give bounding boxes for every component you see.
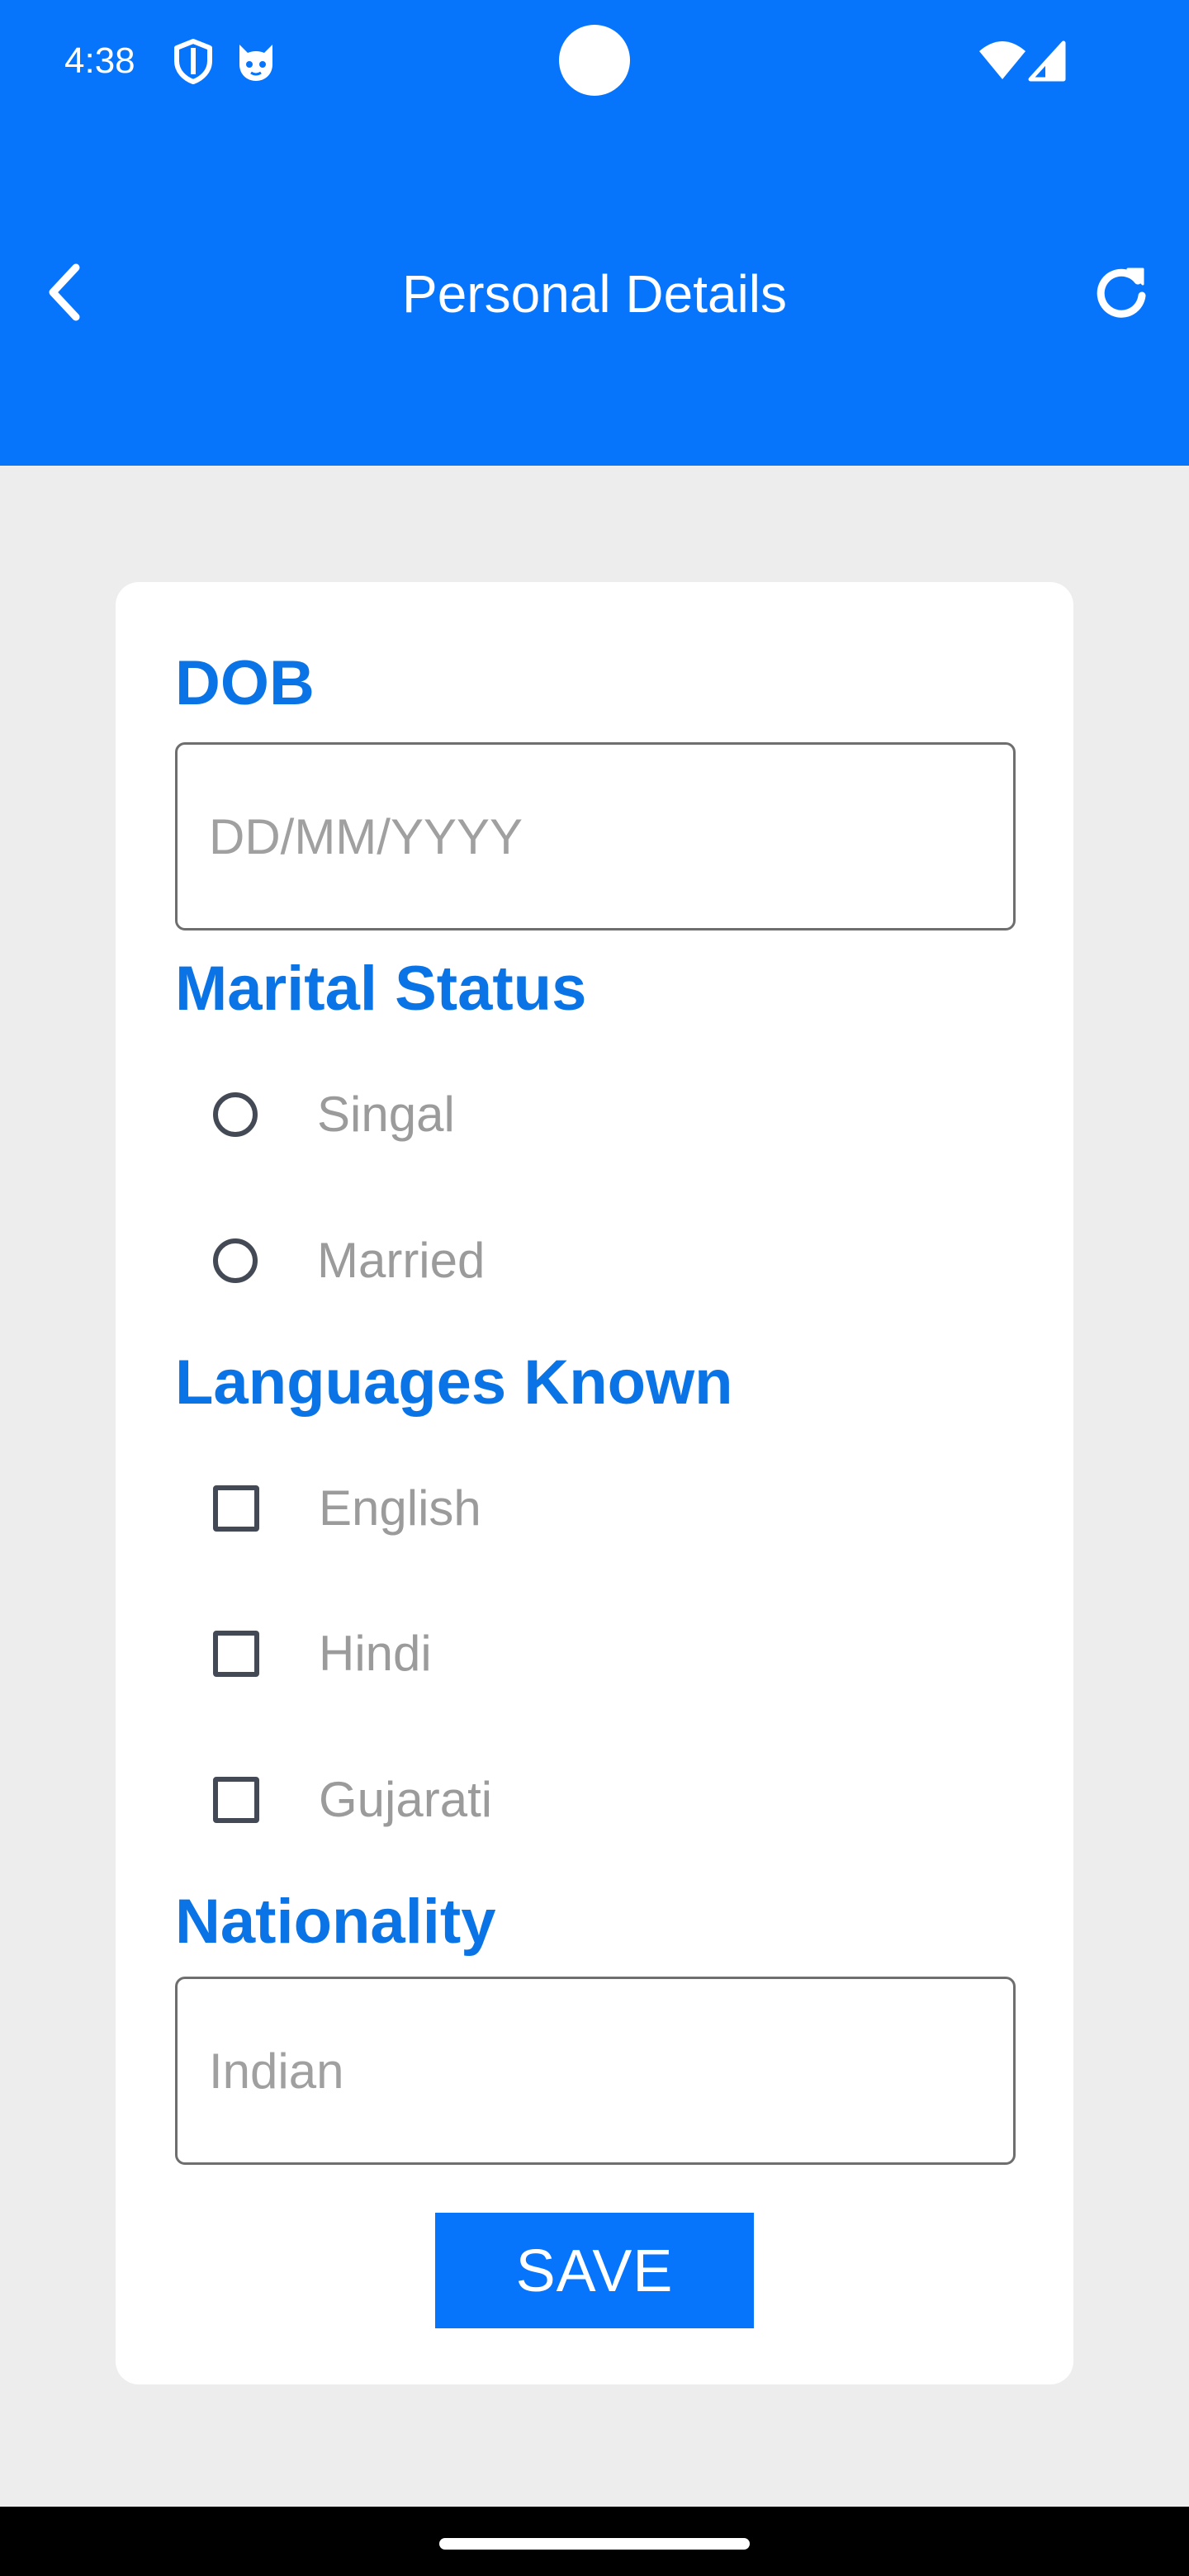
checkbox-option-english[interactable]: English (213, 1459, 956, 1558)
shield-icon (170, 36, 216, 86)
radio-button[interactable] (213, 1092, 258, 1137)
dob-field[interactable] (175, 742, 1016, 930)
screen: 4:38 Personal Details DOB DD/MM/YYYY Mar… (0, 0, 1189, 2576)
checkbox-label-hindi: Hindi (319, 1626, 432, 1681)
checkbox[interactable] (213, 1485, 259, 1532)
cat-face-icon (233, 36, 279, 86)
refresh-button[interactable] (1082, 254, 1161, 334)
front-camera (559, 25, 630, 96)
refresh-icon (1092, 263, 1151, 326)
nationality-field[interactable] (175, 1977, 1016, 2165)
app-bar: 4:38 Personal Details (0, 0, 1189, 466)
radio-option-singal[interactable]: Singal (213, 1065, 956, 1164)
radio-label-singal: Singal (317, 1087, 455, 1142)
checkbox-label-english: English (319, 1480, 481, 1536)
radio-option-married[interactable]: Married (213, 1211, 956, 1310)
checkbox-option-hindi[interactable]: Hindi (213, 1604, 956, 1703)
checkbox[interactable] (213, 1631, 259, 1677)
status-bar: 4:38 (0, 0, 1189, 124)
home-gesture-handle[interactable] (439, 2538, 750, 2550)
wifi-icon (978, 36, 1027, 86)
dob-input[interactable] (209, 745, 985, 928)
personal-details-card: DOB Marital Status Singal Married Langua… (116, 582, 1073, 2384)
cellular-signal-icon (1027, 36, 1067, 86)
dob-label: DOB (175, 648, 315, 718)
radio-label-married: Married (317, 1233, 486, 1288)
nationality-input[interactable] (209, 1979, 985, 2162)
radio-button[interactable] (213, 1238, 258, 1283)
save-button[interactable]: SAVE (435, 2213, 754, 2328)
status-time: 4:38 (64, 40, 135, 81)
system-navigation-bar (0, 2507, 1189, 2576)
page-title: Personal Details (402, 264, 787, 324)
languages-known-label: Languages Known (175, 1347, 733, 1418)
checkbox[interactable] (213, 1777, 259, 1823)
nationality-label: Nationality (175, 1887, 496, 1957)
checkbox-label-gujarati: Gujarati (319, 1772, 493, 1827)
checkbox-option-gujarati[interactable]: Gujarati (213, 1750, 956, 1849)
marital-status-label: Marital Status (175, 954, 587, 1024)
